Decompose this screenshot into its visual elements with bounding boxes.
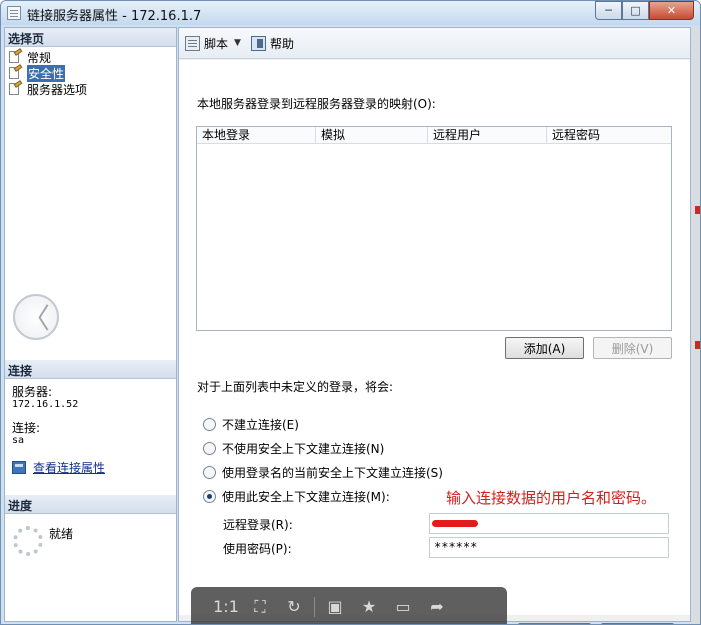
help-icon: [250, 35, 266, 51]
script-icon: [185, 35, 200, 51]
progress-header: 进度: [5, 495, 176, 514]
toolbar-divider: [314, 596, 315, 617]
window-icon: [7, 6, 21, 20]
screen-icon[interactable]: ▭: [386, 594, 420, 620]
password-field[interactable]: ******: [429, 537, 669, 558]
page-wrench-icon: [7, 48, 23, 64]
nav-item-label: 常规: [27, 50, 52, 65]
script-button[interactable]: 脚本 ▼: [185, 35, 241, 52]
script-label: 脚本: [204, 36, 229, 51]
help-button[interactable]: 帮助: [250, 35, 294, 52]
delete-button[interactable]: 删除(V): [593, 337, 672, 359]
server-value: 172.16.1.52: [12, 399, 79, 410]
radio-button[interactable]: [203, 418, 216, 431]
share-icon[interactable]: ➦: [420, 594, 454, 620]
left-pane: 选择页 常规 安全性 服务器选项 〈 连接 服务器: 172.16.1.52 连…: [4, 27, 177, 622]
connection-label: 连接:: [12, 421, 41, 435]
option-without-security-context[interactable]: 不使用安全上下文建立连接(N): [203, 440, 384, 457]
toolbar: 脚本 ▼ 帮助: [179, 28, 690, 59]
properties-icon: [12, 461, 26, 474]
select-page-header: 选择页: [5, 28, 176, 47]
window-title: 链接服务器属性 - 172.16.1.7: [27, 9, 202, 24]
option-this-security-context[interactable]: 使用此安全上下文建立连接(M):: [203, 488, 390, 505]
grid-header: 本地登录 模拟 远程用户 远程密码: [197, 127, 671, 144]
back-arrow-icon[interactable]: 〈: [13, 294, 59, 340]
password-label: 使用密码(P):: [223, 542, 292, 556]
background-mark: [695, 341, 700, 349]
view-connection-properties[interactable]: 查看连接属性: [12, 459, 172, 476]
page-wrench-icon: [7, 64, 23, 80]
background-mark: [695, 206, 700, 214]
annotation-text: 输入连接数据的用户名和密码。: [446, 489, 657, 507]
radio-button[interactable]: [203, 466, 216, 479]
option-no-connection[interactable]: 不建立连接(E): [203, 416, 299, 433]
remote-login-label: 远程登录(R):: [223, 518, 293, 532]
maximize-button[interactable]: □: [622, 1, 649, 20]
image-viewer-toolbar: 1:1 ⛶ ↻ ▣ ★ ▭ ➦: [191, 587, 507, 624]
undefined-logins-label: 对于上面列表中未定义的登录，将会:: [197, 380, 394, 394]
redaction-mark: [432, 520, 478, 527]
view-connection-properties-link[interactable]: 查看连接属性: [33, 459, 105, 476]
add-button[interactable]: 添加(A): [505, 337, 584, 359]
minimize-button[interactable]: ─: [595, 1, 622, 20]
rotate-icon[interactable]: ↻: [277, 594, 311, 620]
option-label: 使用登录名的当前安全上下文建立连接(S): [222, 466, 443, 480]
column-remote-user[interactable]: 远程用户: [428, 127, 547, 143]
connection-value: sa: [12, 435, 25, 446]
security-page: 本地服务器登录到远程服务器登录的映射(O): 本地登录 模拟 远程用户 远程密码…: [179, 60, 690, 624]
connection-info: 服务器: 172.16.1.52 连接: sa 查看连接属性: [12, 385, 172, 476]
remote-login-field[interactable]: [429, 513, 669, 534]
column-impersonate[interactable]: 模拟: [316, 127, 428, 143]
page-wrench-icon: [7, 80, 23, 96]
radio-button[interactable]: [203, 442, 216, 455]
nav-item-security[interactable]: 安全性: [7, 64, 174, 82]
nav-item-label: 安全性: [27, 64, 66, 82]
login-mapping-grid[interactable]: 本地登录 模拟 远程用户 远程密码: [196, 126, 672, 331]
actual-size-button[interactable]: 1:1: [209, 594, 243, 620]
help-label: 帮助: [269, 36, 294, 51]
progress-status: 就绪: [49, 527, 74, 541]
save-icon[interactable]: ▣: [318, 594, 352, 620]
connection-header: 连接: [5, 360, 176, 379]
server-label: 服务器:: [12, 385, 53, 399]
title-bar[interactable]: 链接服务器属性 - 172.16.1.7 ─ □ ✕: [1, 1, 700, 25]
option-label: 不使用安全上下文建立连接(N): [222, 442, 385, 456]
window-controls: ─ □ ✕: [595, 1, 694, 20]
mapping-label: 本地服务器登录到远程服务器登录的映射(O):: [197, 97, 436, 111]
favorite-icon[interactable]: ★: [352, 594, 386, 620]
column-remote-password[interactable]: 远程密码: [547, 127, 671, 143]
option-label: 不建立连接(E): [222, 418, 299, 432]
dialog-window: 链接服务器属性 - 172.16.1.7 ─ □ ✕ 选择页 常规 安全性 服务…: [0, 0, 701, 625]
option-label: 使用此安全上下文建立连接(M):: [222, 490, 390, 504]
fit-screen-icon[interactable]: ⛶: [243, 594, 277, 620]
nav-item-general[interactable]: 常规: [7, 48, 174, 65]
close-button[interactable]: ✕: [649, 1, 694, 20]
option-current-security-context[interactable]: 使用登录名的当前安全上下文建立连接(S): [203, 464, 443, 481]
background-window-edge: [691, 27, 700, 624]
progress-spinner-icon: [13, 526, 43, 556]
nav-item-label: 服务器选项: [27, 82, 88, 97]
radio-button-selected[interactable]: [203, 490, 216, 503]
right-pane: 脚本 ▼ 帮助 本地服务器登录到远程服务器登录的映射(O): 本地登录 模拟 远…: [178, 27, 691, 624]
nav-item-server-options[interactable]: 服务器选项: [7, 80, 174, 97]
page-list: 常规 安全性 服务器选项: [5, 47, 176, 99]
chevron-down-icon[interactable]: ▼: [234, 38, 241, 48]
column-local-login[interactable]: 本地登录: [197, 127, 316, 143]
